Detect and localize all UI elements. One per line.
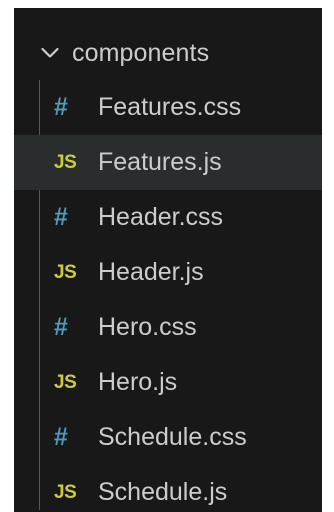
- file-item-features-css[interactable]: # Features.css: [14, 80, 322, 135]
- js-file-icon: JS: [54, 151, 77, 173]
- folder-label: components: [72, 38, 210, 67]
- file-item-hero-js[interactable]: JS Hero.js: [14, 355, 322, 410]
- file-label: Features.css: [98, 93, 242, 121]
- js-file-icon: JS: [54, 481, 77, 503]
- file-label: Hero.js: [98, 368, 178, 396]
- css-file-icon: #: [54, 423, 68, 451]
- js-file-icon: JS: [54, 371, 77, 393]
- screenshot-page: components # Features.css JS Features.js…: [0, 0, 334, 512]
- file-item-header-css[interactable]: # Header.css: [14, 190, 322, 245]
- file-explorer: components # Features.css JS Features.js…: [14, 8, 322, 512]
- file-item-schedule-css[interactable]: # Schedule.css: [14, 410, 322, 465]
- file-item-schedule-js[interactable]: JS Schedule.js: [14, 465, 322, 512]
- js-file-icon: JS: [54, 261, 77, 283]
- file-item-header-js[interactable]: JS Header.js: [14, 245, 322, 300]
- folder-components[interactable]: components: [14, 26, 322, 80]
- right-border: [322, 0, 334, 512]
- left-border: [0, 0, 14, 512]
- chevron-down-icon[interactable]: [36, 26, 64, 80]
- file-item-features-js[interactable]: JS Features.js: [14, 135, 322, 190]
- file-label: Features.js: [98, 148, 222, 176]
- top-border: [0, 0, 334, 8]
- file-label: Schedule.css: [98, 423, 247, 451]
- file-label: Schedule.js: [98, 478, 228, 506]
- file-item-hero-css[interactable]: # Hero.css: [14, 300, 322, 355]
- css-file-icon: #: [54, 93, 68, 121]
- css-file-icon: #: [54, 313, 68, 341]
- file-list: # Features.css JS Features.js # Header.c…: [14, 80, 322, 512]
- file-label: Header.css: [98, 203, 224, 231]
- file-label: Header.js: [98, 258, 204, 286]
- file-label: Hero.css: [98, 313, 197, 341]
- css-file-icon: #: [54, 203, 68, 231]
